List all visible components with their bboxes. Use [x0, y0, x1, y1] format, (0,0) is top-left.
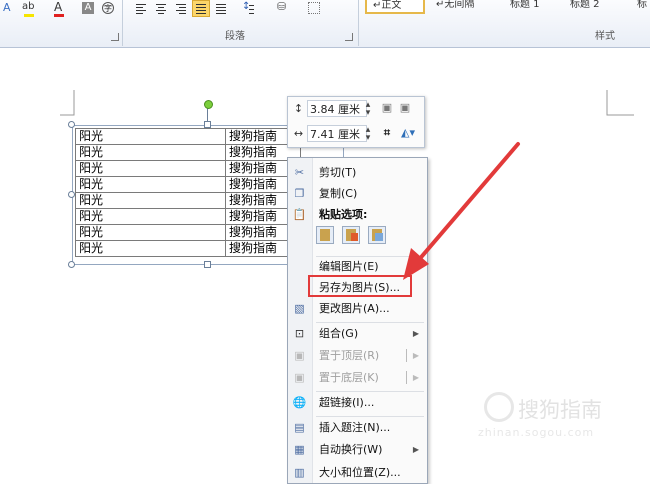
style-no-spacing[interactable]: ↵无间隔	[429, 0, 489, 14]
table-cell-col1: 阳光	[75, 240, 226, 257]
shape-height-icon: ↕	[293, 102, 304, 115]
bring-forward-icon[interactable]: ▣	[380, 101, 394, 115]
style-more[interactable]: 标	[630, 0, 650, 14]
text-effects-icon[interactable]: A	[0, 0, 18, 17]
group-label-styles: 样式	[595, 31, 615, 42]
resize-handle-bottom-left[interactable]	[68, 261, 75, 268]
sogou-logo-icon	[484, 392, 514, 422]
page-corner-mark	[606, 90, 634, 116]
change-picture-icon: ▧	[294, 302, 305, 315]
table-row: 阳光 搜狗指南	[75, 176, 301, 193]
line-spacing-icon[interactable]: ↕	[240, 0, 258, 17]
table-row: 阳光 搜狗指南	[75, 224, 301, 241]
submenu-arrow-icon: ▶	[412, 445, 419, 454]
style-heading1[interactable]: 标题 1	[503, 0, 563, 14]
picture-styles-icon[interactable]: ◭▾	[398, 126, 418, 140]
table-row: 阳光 搜狗指南	[75, 240, 301, 257]
height-spinner-icon[interactable]: ▴ ▾	[364, 101, 372, 118]
insert-caption-icon: ▤	[294, 421, 305, 434]
table-cell-col1: 阳光	[75, 160, 226, 177]
scissors-icon: ✂	[294, 166, 305, 179]
crop-icon[interactable]: ⌗	[380, 126, 394, 140]
ribbon-separator	[358, 0, 359, 46]
paste-keep-source-icon[interactable]	[316, 226, 334, 244]
menu-item-bring-to-front[interactable]: ▣ 置于顶层(R) ▶	[288, 345, 427, 366]
group-label-paragraph: 段落	[225, 31, 245, 42]
rotate-handle[interactable]	[204, 100, 213, 109]
resize-handle-left[interactable]	[68, 191, 75, 198]
watermark: 搜狗指南 zhinan.sogou.com	[478, 388, 634, 439]
copy-icon: ❐	[294, 187, 305, 200]
justify-icon[interactable]	[192, 0, 210, 17]
page-corner-mark	[60, 90, 75, 116]
paste-merge-format-icon[interactable]	[342, 226, 360, 244]
menu-item-insert-caption[interactable]: ▤ 插入题注(N)...	[288, 417, 427, 438]
menu-item-wrap-text[interactable]: ▦ 自动换行(W) ▶	[288, 439, 427, 460]
shading-icon[interactable]: ⛁	[274, 0, 292, 17]
menu-item-send-to-back[interactable]: ▣ 置于底层(K) ▶	[288, 367, 427, 388]
menu-item-group[interactable]: ⊡ 组合(G) ▶	[288, 323, 427, 344]
ribbon-separator	[122, 0, 123, 46]
paste-picture-icon[interactable]	[368, 226, 386, 244]
submenu-arrow-icon: ▶	[412, 373, 419, 382]
resize-handle-top[interactable]	[204, 121, 211, 128]
table-cell-col1: 阳光	[75, 144, 226, 161]
wrap-text-icon: ▦	[294, 443, 305, 456]
style-heading2[interactable]: 标题 2	[563, 0, 623, 14]
highlight-color-icon[interactable]: ab	[20, 0, 38, 17]
font-dialog-launcher-icon[interactable]	[111, 33, 119, 41]
submenu-arrow-icon: ▶	[412, 329, 419, 338]
resize-handle-bottom[interactable]	[204, 261, 211, 268]
enclose-characters-icon[interactable]: 字	[100, 0, 118, 17]
borders-icon[interactable]	[306, 0, 324, 17]
group-icon: ⊡	[294, 327, 305, 340]
table-cell-col1: 阳光	[75, 224, 226, 241]
align-left-icon[interactable]	[132, 0, 150, 17]
table-row: 阳光 搜狗指南	[75, 208, 301, 225]
table-cell-col1: 阳光	[75, 128, 226, 145]
menu-item-change-picture[interactable]: ▧ 更改图片(A)...	[288, 298, 427, 319]
ribbon: A ab A A 字 ↕ ⛁ 段落 ↵正文 ↵无间隔 标题 1 标题 2 标 样…	[0, 0, 650, 48]
menu-item-size-position[interactable]: ▥ 大小和位置(Z)...	[288, 462, 427, 483]
style-normal[interactable]: ↵正文	[365, 0, 425, 14]
table-cell-col1: 阳光	[75, 208, 226, 225]
align-right-icon[interactable]	[172, 0, 190, 17]
table-row: 阳光 搜狗指南	[75, 128, 301, 145]
menu-item-hyperlink[interactable]: 🌐 超链接(I)...	[288, 392, 427, 413]
watermark-url: zhinan.sogou.com	[478, 426, 595, 439]
width-spinner-icon[interactable]: ▴ ▾	[364, 126, 372, 143]
height-input[interactable]: 3.84 厘米	[307, 100, 367, 117]
table-row: 阳光 搜狗指南	[75, 192, 301, 209]
bring-to-front-icon: ▣	[294, 349, 305, 362]
clipboard-icon: 📋	[292, 208, 307, 221]
shape-width-icon: ↔	[293, 127, 304, 140]
table-picture[interactable]: 阳光 搜狗指南 阳光 搜狗指南 阳光 搜狗指南 阳光 搜狗指南 阳光 搜狗指南 阳光 搜狗指南 阳光 搜狗…	[75, 128, 301, 257]
distributed-icon[interactable]	[212, 0, 230, 17]
split-separator	[406, 349, 407, 362]
table-row: 阳光 搜狗指南	[75, 160, 301, 177]
resize-handle-top-left[interactable]	[68, 121, 75, 128]
table-cell-col1: 阳光	[75, 176, 226, 193]
align-center-icon[interactable]	[152, 0, 170, 17]
send-backward-icon[interactable]: ▣	[398, 101, 412, 115]
split-separator	[406, 371, 407, 384]
width-input[interactable]: 7.41 厘米	[307, 125, 367, 142]
annotation-arrow	[403, 142, 520, 280]
send-to-back-icon: ▣	[294, 371, 305, 384]
table-cell-col1: 阳光	[75, 192, 226, 209]
height-row: ↕ 3.84 厘米 ▴ ▾ ▣ ▣	[288, 97, 424, 121]
submenu-arrow-icon: ▶	[412, 351, 419, 360]
paragraph-dialog-launcher-icon[interactable]	[345, 33, 353, 41]
hyperlink-icon: 🌐	[292, 396, 307, 409]
character-shading-icon[interactable]: A	[80, 0, 98, 17]
watermark-text: 搜狗指南	[518, 398, 602, 422]
font-color-icon[interactable]: A	[50, 0, 68, 17]
table-row: 阳光 搜狗指南	[75, 144, 301, 161]
